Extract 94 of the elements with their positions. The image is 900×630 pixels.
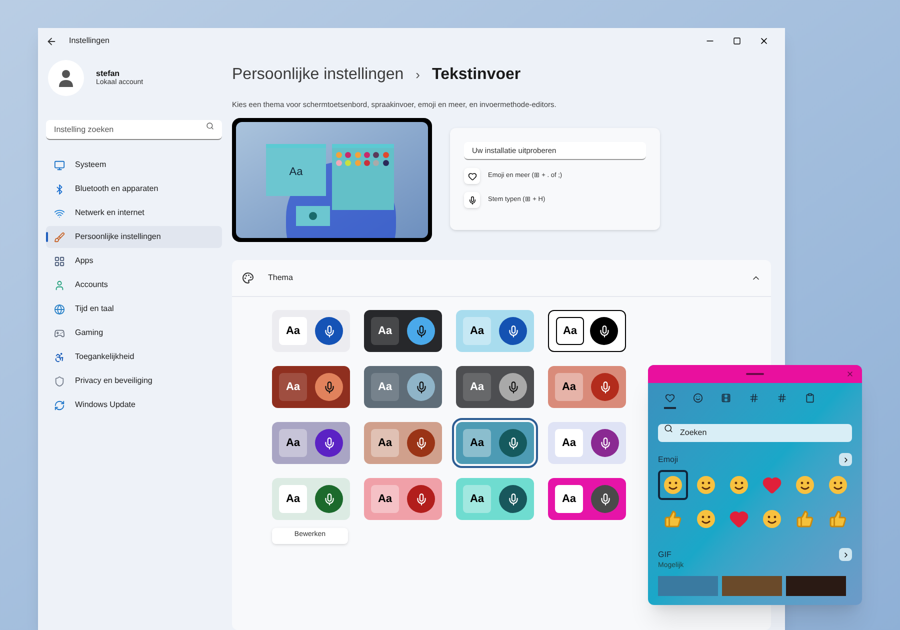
smiley-icon — [762, 509, 782, 529]
maximize-icon[interactable] — [733, 37, 741, 45]
gif-thumbnail-placeholder[interactable] — [786, 576, 846, 596]
sidebar-item[interactable]: Apps — [46, 250, 222, 272]
window-title: Instellingen — [69, 35, 110, 47]
sidebar-item[interactable]: Tijd en taal — [46, 298, 222, 320]
sidebar-item[interactable]: Bluetooth en apparaten — [46, 178, 222, 200]
category-icon — [54, 376, 65, 386]
heart-icon — [762, 475, 782, 495]
thumbs-up-icon — [828, 510, 846, 528]
smiley-icon — [696, 509, 716, 529]
search-icon — [664, 424, 673, 433]
emoji-category-tab[interactable] — [664, 393, 676, 409]
theme-tile[interactable]: Aa — [456, 310, 534, 352]
smiley-icon — [794, 475, 814, 495]
aa-sample: Aa — [555, 373, 583, 402]
smiley-icon — [728, 475, 748, 495]
aa-sample: Aa — [279, 485, 307, 514]
sidebar-item[interactable]: Netwerk en internet — [46, 202, 222, 224]
smiley-icon — [696, 475, 716, 495]
sidebar-item[interactable]: Systeem — [46, 154, 222, 176]
theme-tile[interactable]: Aa — [548, 310, 626, 352]
sidebar-item[interactable]: Gaming — [46, 322, 222, 344]
category-icon — [54, 256, 65, 266]
category-icon — [54, 184, 65, 194]
emoji-option[interactable] — [658, 470, 688, 500]
gif-thumbnail-placeholder[interactable] — [722, 576, 782, 596]
category-icon — [54, 280, 65, 290]
selection-indicator — [46, 232, 48, 242]
aa-sample: Aa — [279, 429, 307, 458]
aa-sample: Aa — [371, 429, 399, 458]
preview-aa: Aa — [289, 165, 303, 180]
theme-tile[interactable]: Aa — [364, 478, 442, 520]
microphone-icon[interactable] — [464, 192, 480, 208]
smiley-icon — [662, 475, 682, 495]
aa-sample: Aa — [371, 485, 399, 514]
gif-thumbnail-placeholder[interactable] — [658, 576, 718, 596]
aa-sample: Aa — [555, 429, 583, 458]
gif-heading: GIF — [658, 548, 672, 560]
theme-tile[interactable]: Aa — [364, 422, 442, 464]
person-silhouette-icon — [56, 68, 76, 88]
aa-sample: Aa — [463, 485, 491, 514]
category-icon — [54, 352, 65, 362]
emoji-search-field[interactable]: Zoeken — [658, 424, 852, 442]
aa-sample: Aa — [463, 429, 491, 458]
breadcrumb-parent[interactable]: Persoonlijke instellingen — [232, 63, 404, 87]
section-title: Thema — [268, 272, 293, 284]
aa-sample: Aa — [463, 373, 491, 402]
expand-button[interactable] — [839, 453, 852, 466]
page-title: Tekstinvoer — [432, 65, 521, 85]
theme-tile[interactable]: Aa — [456, 366, 534, 408]
back-icon[interactable] — [46, 36, 57, 46]
aa-sample: Aa — [279, 317, 307, 346]
sidebar-item[interactable]: Persoonlijke instellingen — [46, 226, 222, 248]
sidebar-item[interactable]: Toegankelijkheid — [46, 346, 222, 368]
aa-sample: Aa — [463, 317, 491, 346]
smiley-icon — [828, 475, 848, 495]
theme-tile[interactable]: Aa — [548, 366, 626, 408]
theme-tile[interactable]: Aa — [272, 422, 350, 464]
theme-tile[interactable]: Aa — [548, 478, 626, 520]
heart-icon — [728, 509, 748, 529]
close-icon[interactable] — [759, 36, 769, 46]
theme-tile[interactable]: Aa — [456, 422, 534, 464]
expand-button[interactable] — [839, 548, 852, 561]
theme-tile[interactable]: Aa — [364, 366, 442, 408]
sidebar-item[interactable]: Accounts — [46, 274, 222, 296]
aa-sample: Aa — [279, 373, 307, 402]
theme-tile[interactable]: Aa — [456, 478, 534, 520]
sidebar-item[interactable]: Privacy en beveiliging — [46, 370, 222, 392]
breadcrumb-separator: › — [416, 66, 420, 84]
palette-icon — [242, 272, 254, 284]
drag-handle[interactable] — [746, 373, 764, 375]
aa-sample: Aa — [555, 485, 583, 514]
theme-tile[interactable]: Aa — [272, 366, 350, 408]
thumbs-up-icon — [664, 510, 682, 528]
search-icon — [206, 122, 214, 130]
category-icon — [54, 232, 65, 242]
account-name: stefan — [96, 68, 121, 78]
theme-tile[interactable]: Aa — [272, 478, 350, 520]
aa-sample: Aa — [371, 373, 399, 402]
aa-sample: Aa — [371, 317, 399, 346]
category-icon — [54, 328, 65, 338]
theme-tile[interactable]: Aa — [272, 310, 350, 352]
sidebar-item[interactable]: Windows Update — [46, 394, 222, 416]
theme-tile[interactable]: Aa — [364, 310, 442, 352]
category-icon — [54, 400, 65, 410]
category-icon — [54, 208, 65, 218]
theme-tile[interactable]: Aa — [548, 422, 626, 464]
search-field[interactable]: Instelling zoeken — [46, 120, 222, 140]
thumbs-up-icon — [796, 510, 814, 528]
aa-sample: Aa — [556, 317, 584, 346]
emoji-heading: Emoji — [658, 454, 678, 466]
category-icon — [54, 304, 65, 314]
category-icon — [54, 160, 65, 170]
